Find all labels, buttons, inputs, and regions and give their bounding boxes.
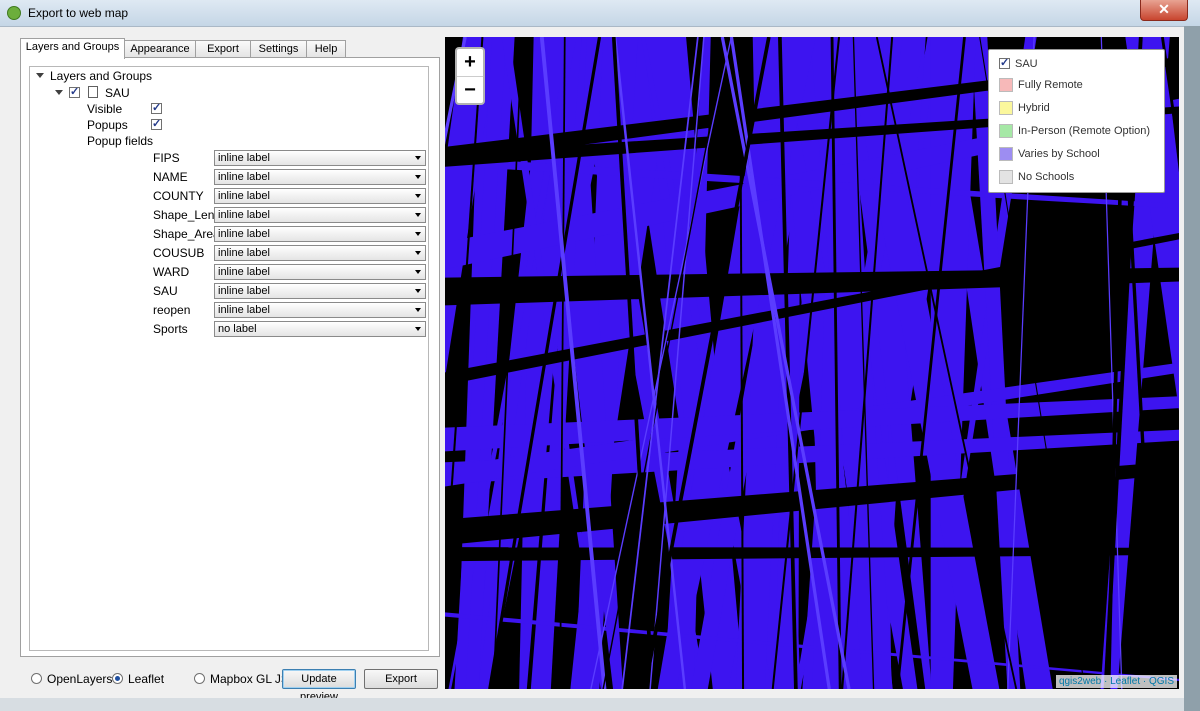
select-value: no label	[218, 323, 257, 335]
layer-checkbox[interactable]	[69, 85, 80, 98]
export-dialog: Export to web map ✕ Layers and Groups Ap…	[0, 0, 1200, 711]
field-select-shape-leng[interactable]: inline label	[214, 207, 426, 223]
expand-triangle-icon[interactable]	[36, 73, 44, 78]
zoom-control: + −	[455, 47, 485, 105]
dropdown-arrow-icon	[415, 175, 421, 179]
expand-triangle-icon[interactable]	[55, 90, 63, 95]
legend-swatch	[999, 170, 1013, 184]
layer-legend: SAU Fully Remote Hybrid In-Person (Remot…	[988, 49, 1165, 193]
title-bar: Export to web map ✕	[0, 0, 1200, 27]
visible-label: Visible	[87, 102, 123, 116]
legend-swatch	[999, 147, 1013, 161]
select-value: inline label	[218, 247, 270, 259]
field-label-reopen: reopen	[153, 303, 191, 317]
radio-mapbox[interactable]	[194, 673, 205, 684]
dropdown-arrow-icon	[415, 213, 421, 217]
map-preview[interactable]: + − SAU Fully Remote Hybrid In-Person (R…	[445, 37, 1179, 689]
radio-leaflet[interactable]	[112, 673, 123, 684]
select-value: inline label	[218, 285, 270, 297]
legend-label: No Schools	[1018, 171, 1075, 183]
field-label-county: COUNTY	[153, 189, 204, 203]
legend-label: Varies by School	[1018, 148, 1100, 160]
popup-fields-label: Popup fields	[87, 134, 154, 148]
select-value: inline label	[218, 209, 270, 221]
popups-checkbox[interactable]	[151, 117, 162, 130]
tab-settings[interactable]: Settings	[250, 40, 307, 58]
select-value: inline label	[218, 228, 270, 240]
leaflet-label: Leaflet	[128, 672, 165, 686]
field-select-cousub[interactable]: inline label	[214, 245, 426, 261]
legend-layer-checkbox[interactable]	[999, 56, 1010, 69]
select-value: inline label	[218, 304, 270, 316]
select-value: inline label	[218, 171, 270, 183]
window-title: Export to web map	[28, 6, 129, 20]
field-label-sau: SAU	[153, 284, 178, 298]
field-label-sports: Sports	[153, 322, 188, 336]
select-value: inline label	[218, 152, 270, 164]
dropdown-arrow-icon	[415, 232, 421, 236]
layers-tree: Layers and Groups SAU Visible Popups Pop…	[29, 66, 429, 651]
dropdown-arrow-icon	[415, 308, 421, 312]
radio-openlayers[interactable]	[31, 673, 42, 684]
field-select-ward[interactable]: inline label	[214, 264, 426, 280]
dropdown-arrow-icon	[415, 289, 421, 293]
mapbox-label: Mapbox GL JS	[210, 672, 289, 686]
select-value: inline label	[218, 190, 270, 202]
zoom-out-button[interactable]: −	[457, 77, 483, 104]
file-icon	[88, 86, 98, 98]
legend-label: Hybrid	[1018, 102, 1050, 114]
field-label-name: NAME	[153, 170, 188, 184]
field-select-reopen[interactable]: inline label	[214, 302, 426, 318]
map-attribution[interactable]: qgis2web · Leaflet · QGIS	[1055, 675, 1177, 688]
visible-checkbox[interactable]	[151, 101, 162, 114]
background-taskbar-edge	[0, 698, 1184, 711]
dropdown-arrow-icon	[415, 270, 421, 274]
field-label-cousub: COUSUB	[153, 246, 205, 260]
dropdown-arrow-icon	[415, 251, 421, 255]
select-value: inline label	[218, 266, 270, 278]
tree-root-label: Layers and Groups	[50, 69, 153, 83]
legend-swatch	[999, 124, 1013, 138]
dropdown-arrow-icon	[415, 156, 421, 160]
tab-layers-and-groups[interactable]: Layers and Groups	[20, 38, 125, 59]
tab-export[interactable]: Export	[195, 40, 251, 58]
field-select-name[interactable]: inline label	[214, 169, 426, 185]
field-select-sports[interactable]: no label	[214, 321, 426, 337]
tab-appearance[interactable]: Appearance	[124, 40, 196, 58]
qgis-logo-icon	[7, 6, 21, 20]
field-label-ward: WARD	[153, 265, 190, 279]
field-label-shape-leng: Shape_Leng	[153, 208, 222, 222]
zoom-in-button[interactable]: +	[457, 49, 483, 77]
field-label-shape-area: Shape_Area	[153, 227, 220, 241]
popups-label: Popups	[87, 118, 128, 132]
export-button[interactable]: Export	[364, 669, 438, 689]
openlayers-label: OpenLayers	[47, 672, 113, 686]
layer-label: SAU	[105, 86, 130, 100]
legend-label: In-Person (Remote Option)	[1018, 125, 1151, 137]
field-label-fips: FIPS	[153, 151, 180, 165]
field-select-shape-area[interactable]: inline label	[214, 226, 426, 242]
dropdown-arrow-icon	[415, 327, 421, 331]
close-button[interactable]: ✕	[1140, 0, 1188, 21]
tab-help[interactable]: Help	[306, 40, 346, 58]
update-preview-button[interactable]: Update preview	[282, 669, 356, 703]
legend-layer-label: SAU	[1015, 58, 1038, 70]
legend-label: Fully Remote	[1018, 79, 1083, 91]
legend-swatch	[999, 78, 1013, 92]
layers-panel: Layers and Groups SAU Visible Popups Pop…	[20, 57, 440, 657]
legend-swatch	[999, 101, 1013, 115]
dropdown-arrow-icon	[415, 194, 421, 198]
background-window-edge	[1184, 26, 1200, 711]
field-select-fips[interactable]: inline label	[214, 150, 426, 166]
bottom-bar: OpenLayers Leaflet Mapbox GL JS Update p…	[20, 668, 440, 703]
field-select-sau[interactable]: inline label	[214, 283, 426, 299]
field-select-county[interactable]: inline label	[214, 188, 426, 204]
